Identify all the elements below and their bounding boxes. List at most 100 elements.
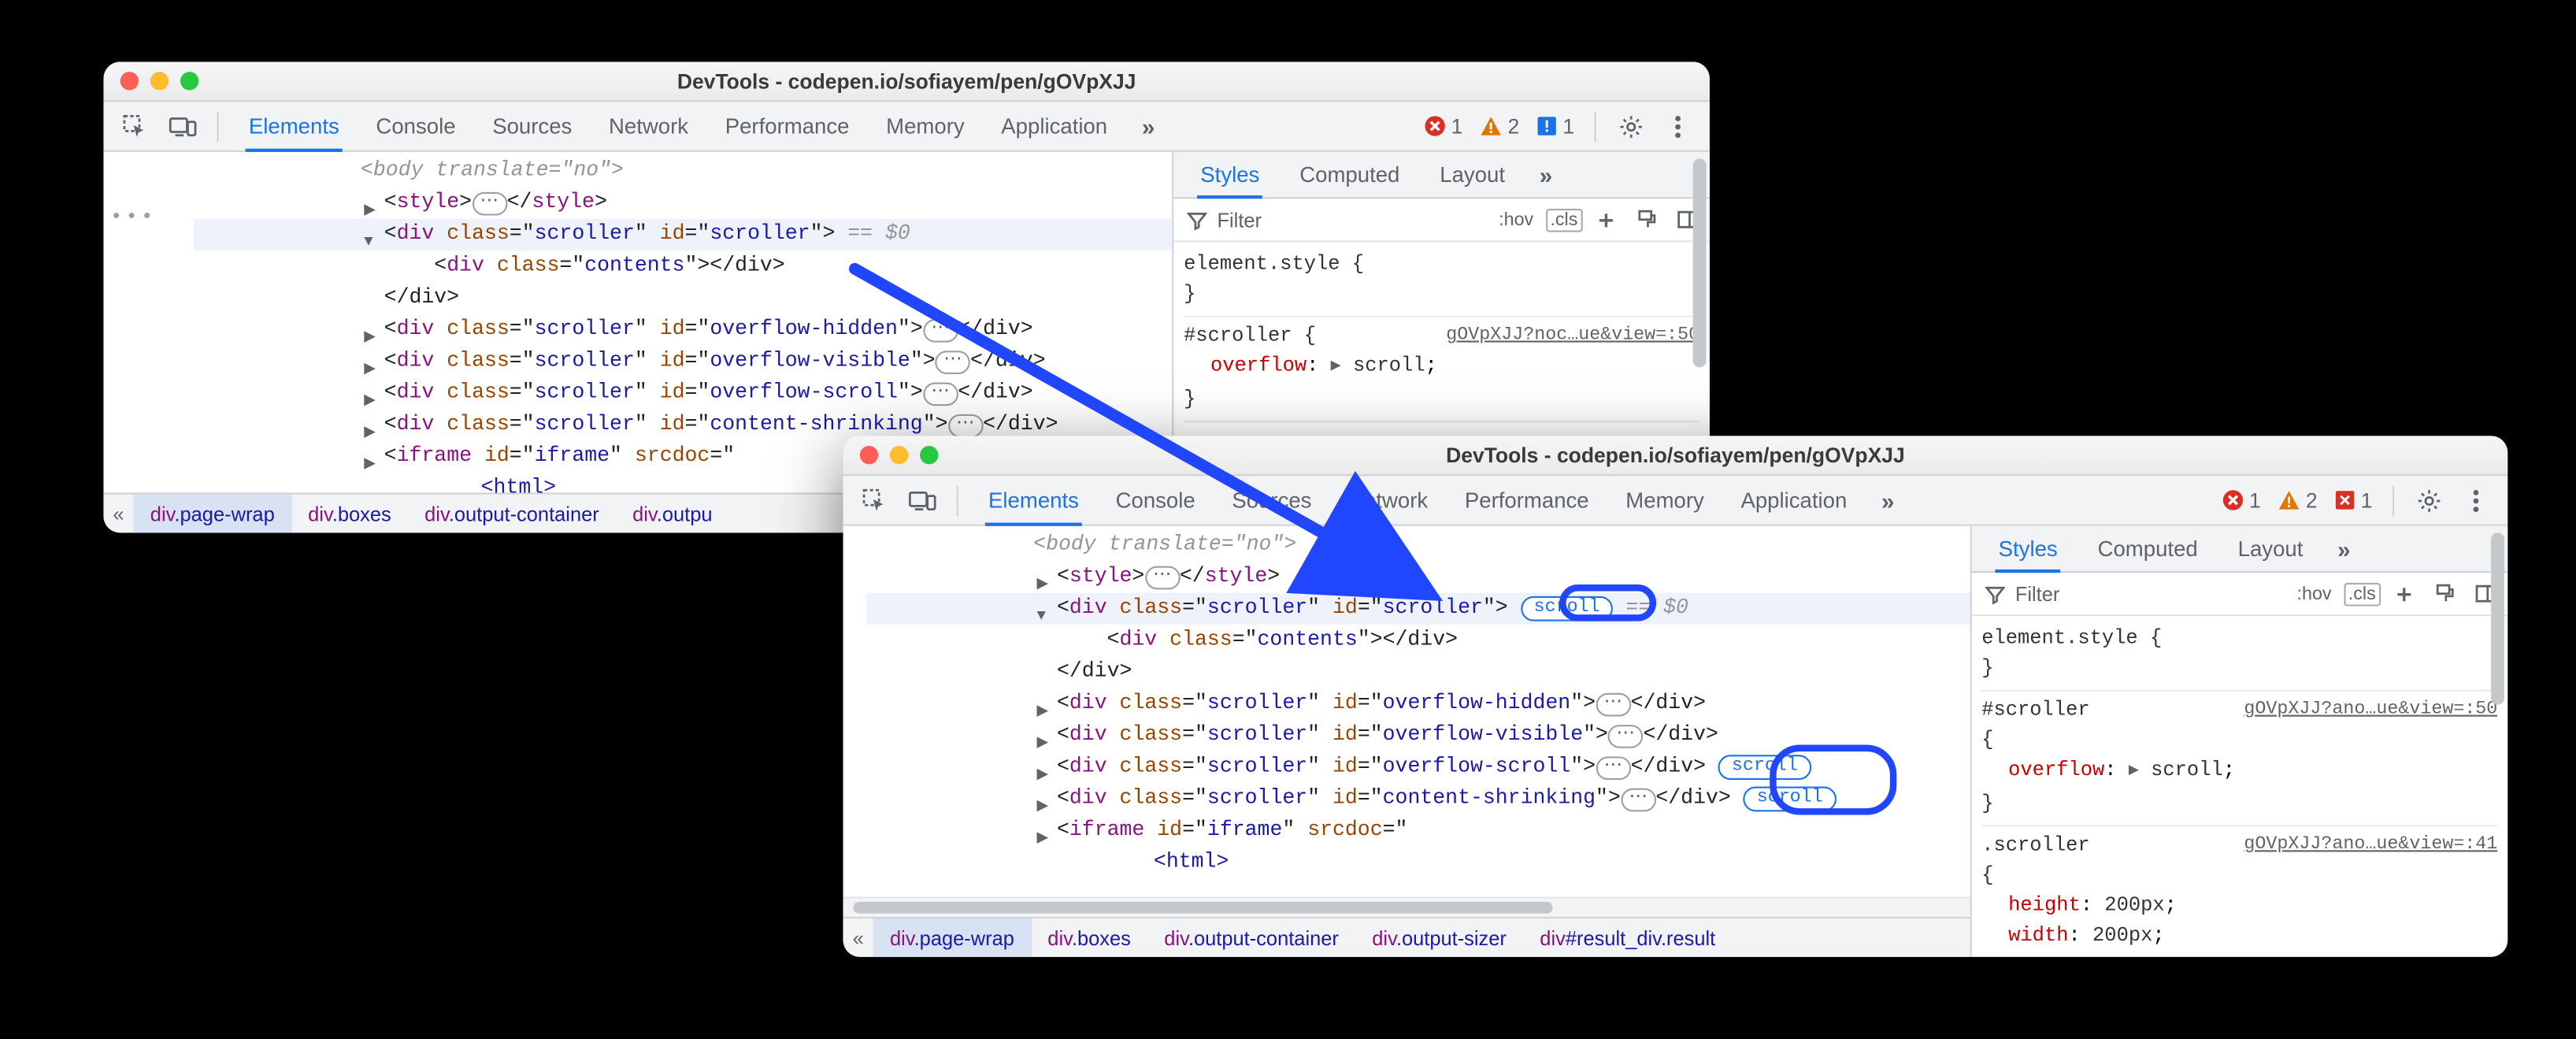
paint-icon[interactable] [1629,198,1662,241]
issue-badge[interactable]: 1 [2334,488,2373,512]
filter-input[interactable]: Filter [1978,582,2285,606]
tab-network[interactable]: Network [1332,475,1444,525]
tab-elements[interactable]: Elements [232,101,356,151]
new-rule-icon[interactable] [1589,198,1622,241]
ellipsis-badge[interactable]: ⋯ [1144,566,1180,589]
kebab-icon[interactable] [2454,478,2497,521]
ellipsis-badge[interactable]: ⋯ [947,414,983,437]
ellipsis-badge[interactable]: ⋯ [1596,755,1631,779]
selected-node[interactable]: ▼<div class="scroller" id="scroller"> sc… [866,593,1970,625]
hov-toggle[interactable]: :hov [2292,584,2337,603]
tab-application[interactable]: Application [1724,475,1863,525]
ellipsis-badge[interactable]: ⋯ [923,318,958,342]
styles-overflow[interactable]: » [1525,161,1568,188]
tab-memory[interactable]: Memory [869,101,981,151]
crumb-result[interactable]: div#result_div.result [1523,918,1732,957]
devtools-window-after: DevTools - codepen.io/sofiayem/pen/gOVpX… [843,436,2508,956]
tabs-overflow[interactable]: » [1128,113,1171,139]
scroll-badge[interactable]: scroll [1521,596,1614,622]
tab-performance[interactable]: Performance [709,101,866,151]
funnel-icon [1187,210,1206,229]
zoom-dot[interactable] [180,72,198,90]
crumb-output-sizer[interactable]: div.output-sizer [1355,918,1523,957]
styles-tab-layout[interactable]: Layout [1420,151,1525,198]
source-link[interactable]: gOVpXJJ?ano…ue&view=:50 [2244,695,2498,725]
minimize-dot[interactable] [150,72,169,90]
close-dot[interactable] [120,72,139,90]
traffic-lights[interactable] [860,446,939,464]
warning-badge[interactable]: 2 [1480,114,1520,138]
cls-toggle[interactable]: .cls [1545,208,1583,232]
error-badge[interactable]: 1 [1425,114,1463,138]
crumbs-scroll-left[interactable]: « [103,502,133,525]
styles-tab-computed[interactable]: Computed [1280,151,1420,198]
source-link[interactable]: gOVpXJJ?noc…ue&view=:50 [1446,321,1699,351]
tab-console[interactable]: Console [359,101,473,151]
error-badge[interactable]: 1 [2222,488,2261,512]
dom-tree[interactable]: <body translate="no"> ▶<style>⋯</style> … [843,526,1970,897]
zoom-dot[interactable] [920,446,938,464]
ellipsis-badge[interactable]: ⋯ [1596,692,1631,716]
crumb-output-container[interactable]: div.output-container [1147,918,1355,957]
source-link[interactable]: gOVpXJJ?ano…ue&view=:41 [2244,830,2498,860]
scroll-badge[interactable]: scroll [1744,787,1837,812]
device-icon[interactable] [900,478,943,521]
hov-toggle[interactable]: :hov [1494,210,1539,229]
tab-sources[interactable]: Sources [1215,475,1329,525]
ellipsis-badge[interactable]: ⋯ [923,381,958,405]
tab-performance[interactable]: Performance [1448,475,1606,525]
inspect-icon[interactable] [113,105,157,148]
scroll-badge[interactable]: scroll [1718,755,1811,780]
tab-network[interactable]: Network [592,101,705,151]
h-scrollbar[interactable] [843,896,1970,916]
close-dot[interactable] [860,446,878,464]
styles-tab-layout[interactable]: Layout [2218,525,2323,572]
selected-node[interactable]: ▼<div class="scroller" id="scroller"> ==… [194,219,1172,250]
kebab-icon[interactable] [1656,105,1699,148]
ellipsis-badge[interactable]: ⋯ [472,191,507,215]
tab-application[interactable]: Application [984,101,1124,151]
ellipsis-badge[interactable]: ⋯ [1621,788,1656,811]
crumbs-scroll-left[interactable]: « [843,926,873,950]
crumb-clipped[interactable]: div.outpu [616,493,729,532]
issue-badge[interactable]: 1 [1536,114,1574,138]
filter-row: Filter :hov .cls [1972,573,2508,616]
crumb-boxes[interactable]: div.boxes [291,493,408,532]
filter-row: Filter :hov .cls [1173,199,1710,242]
main-toolbar: Elements Console Sources Network Perform… [103,102,1709,152]
crumb-boxes[interactable]: div.boxes [1031,918,1147,957]
scrollbar[interactable] [2489,526,2506,957]
inspect-icon[interactable] [853,478,896,521]
tab-sources[interactable]: Sources [476,101,589,151]
gutter-icon: ••• [110,202,157,234]
cls-toggle[interactable]: .cls [2343,582,2381,606]
paint-icon[interactable] [2427,572,2460,615]
crumb-page-wrap[interactable]: div.page-wrap [873,918,1031,957]
window-title: DevTools - codepen.io/sofiayem/pen/gOVpX… [843,443,2508,467]
device-icon[interactable] [161,105,204,148]
warning-badge[interactable]: 2 [2278,488,2318,512]
styles-tab-computed[interactable]: Computed [2077,525,2218,572]
styles-tabs: Styles Computed Layout » [1173,152,1710,199]
styles-overflow[interactable]: » [2323,535,2367,562]
gear-icon[interactable] [2407,478,2451,521]
styles-tab-styles[interactable]: Styles [1978,525,2077,572]
tab-memory[interactable]: Memory [1609,475,1721,525]
titlebar: DevTools - codepen.io/sofiayem/pen/gOVpX… [103,61,1709,102]
styles-tab-styles[interactable]: Styles [1181,151,1280,198]
crumb-page-wrap[interactable]: div.page-wrap [134,493,291,532]
tab-elements[interactable]: Elements [972,475,1095,525]
funnel-icon [1985,584,2005,603]
tabs-overflow[interactable]: » [1867,487,1911,514]
crumb-output-container[interactable]: div.output-container [408,493,616,532]
ellipsis-badge[interactable]: ⋯ [936,350,971,373]
gear-icon[interactable] [1610,105,1653,148]
ellipsis-badge[interactable]: ⋯ [1608,724,1644,748]
styles-body[interactable]: element.style { } gOVpXJJ?ano…ue&view=:5… [1972,616,2508,956]
new-rule-icon[interactable] [2388,572,2421,615]
filter-input[interactable]: Filter [1181,208,1487,232]
minimize-dot[interactable] [890,446,908,464]
breadcrumb[interactable]: « div.page-wrap div.boxes div.output-con… [843,917,1970,957]
tab-console[interactable]: Console [1099,475,1212,525]
traffic-lights[interactable] [120,72,199,90]
